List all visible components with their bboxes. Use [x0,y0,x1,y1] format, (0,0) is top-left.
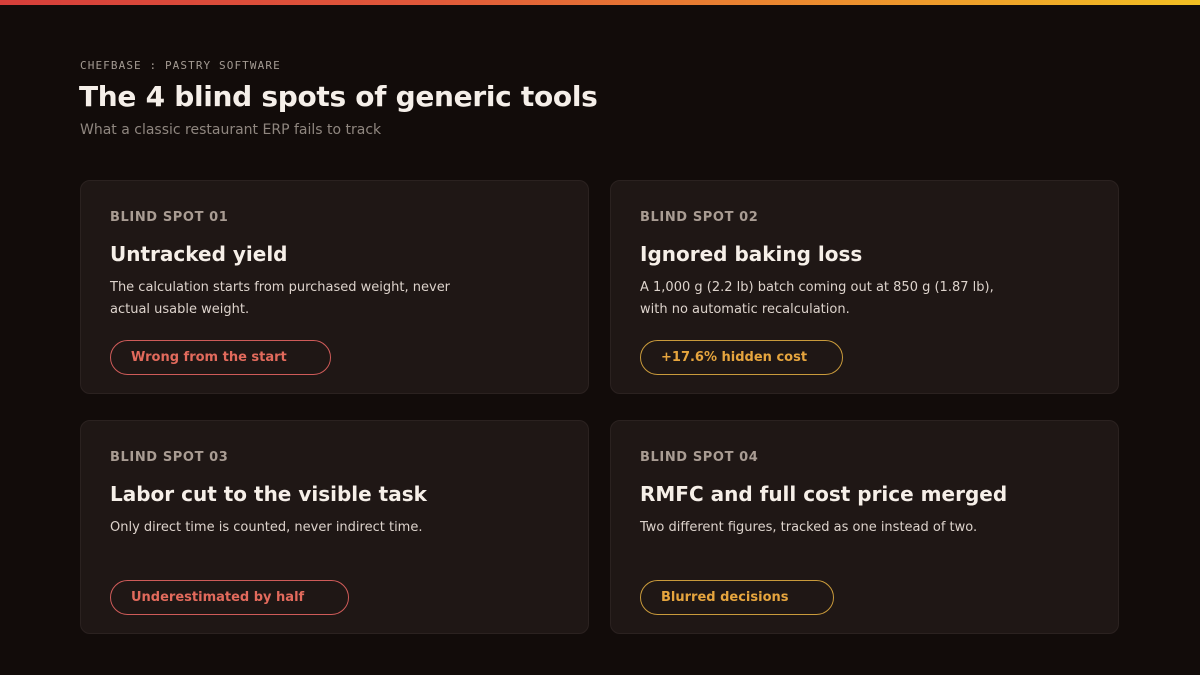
card-title: RMFC and full cost price merged [640,482,1008,506]
card-description: Two different figures, tracked as one in… [640,520,978,535]
blind-spot-card-03: BLIND SPOT 03 Labor cut to the visible t… [80,420,589,634]
card-description: A 1,000 g (2.2 lb) batch coming out at 8… [640,280,994,317]
card-badge: Blurred decisions [640,580,834,615]
card-description: Only direct time is counted, never indir… [110,520,423,535]
card-title: Untracked yield [110,242,288,266]
page-subtitle: What a classic restaurant ERP fails to t… [80,122,382,138]
eyebrow-label: CHEFBASE : PASTRY SOFTWARE [80,59,281,72]
card-badge: Wrong from the start [110,340,331,375]
card-label: BLIND SPOT 01 [110,210,229,225]
card-title: Ignored baking loss [640,242,863,266]
card-title: Labor cut to the visible task [110,482,427,506]
card-label: BLIND SPOT 03 [110,450,229,465]
card-badge: +17.6% hidden cost [640,340,843,375]
blind-spot-card-01: BLIND SPOT 01 Untracked yield The calcul… [80,180,589,394]
blind-spot-card-02: BLIND SPOT 02 Ignored baking loss A 1,00… [610,180,1119,394]
card-badge: Underestimated by half [110,580,349,615]
card-label: BLIND SPOT 04 [640,450,759,465]
page-title: The 4 blind spots of generic tools [79,80,598,113]
blind-spot-card-04: BLIND SPOT 04 RMFC and full cost price m… [610,420,1119,634]
card-description: The calculation starts from purchased we… [110,280,451,317]
top-gradient-bar [0,0,1200,5]
card-label: BLIND SPOT 02 [640,210,759,225]
